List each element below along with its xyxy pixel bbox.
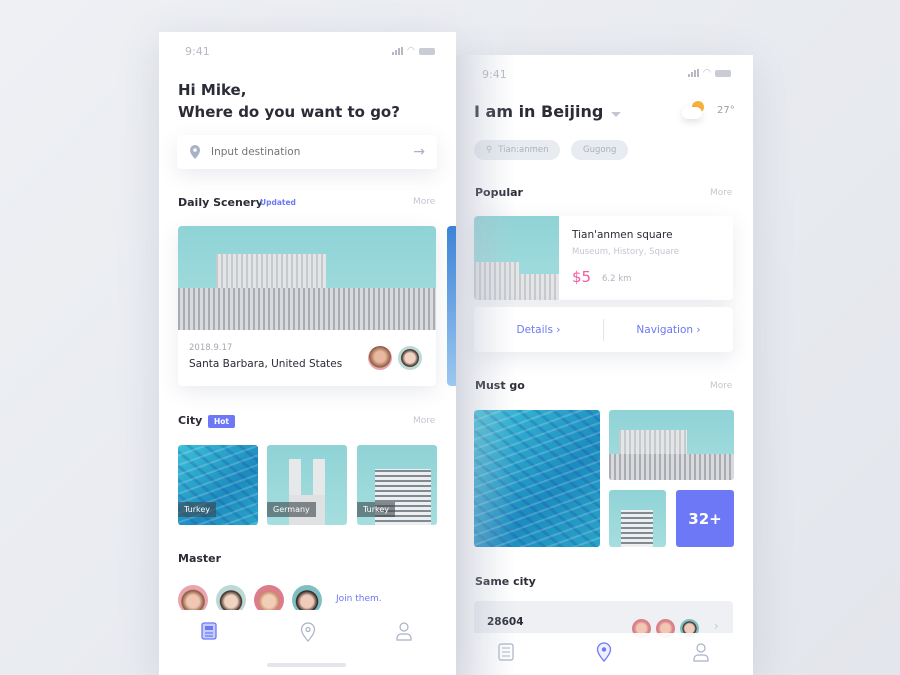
city-item-turkey[interactable]: Turkey xyxy=(178,445,258,525)
signal-icon xyxy=(688,69,699,77)
must-go-title: Must go xyxy=(475,379,525,392)
location-pin-icon xyxy=(190,145,200,159)
location-title: I am in Beijing xyxy=(474,102,604,121)
wifi-icon: ◠ xyxy=(703,68,711,78)
popular-more-link[interactable]: More xyxy=(710,188,732,198)
chip-label: Gugong xyxy=(583,145,617,155)
chevron-right-icon: › xyxy=(696,323,701,336)
city-label: Germany xyxy=(267,502,316,517)
profile-icon[interactable] xyxy=(693,643,709,662)
chevron-right-icon: › xyxy=(556,323,561,336)
arrow-right-icon[interactable]: → xyxy=(413,144,425,160)
city-label: Turkey xyxy=(357,502,396,517)
scenery-location: Santa Barbara, United States xyxy=(189,358,343,370)
chip-tiananmen[interactable]: ⚲ Tian:anmen xyxy=(474,140,561,160)
city-selector[interactable]: I am in Beijing xyxy=(474,101,622,123)
list-icon[interactable] xyxy=(498,643,514,661)
join-them-link[interactable]: Join them. xyxy=(336,594,382,604)
temperature: 27° xyxy=(717,105,735,116)
more-photos-button[interactable]: 32+ xyxy=(676,490,734,547)
status-icons: ◠ xyxy=(392,46,435,56)
destination-search[interactable]: → xyxy=(177,135,437,169)
battery-icon xyxy=(714,69,731,77)
status-time: 9:41 xyxy=(185,45,210,58)
place-distance: 6.2 km xyxy=(602,274,632,284)
same-city-count: 28604 xyxy=(487,616,524,628)
popular-image xyxy=(474,216,559,300)
bottom-nav xyxy=(456,633,753,675)
place-tags: Museum, History, Square xyxy=(572,247,680,257)
daily-scenery-title: Daily Scenery xyxy=(178,196,263,209)
list-icon[interactable] xyxy=(201,622,217,640)
must-go-image-building[interactable] xyxy=(609,410,734,480)
city-item-turkey-2[interactable]: Turkey xyxy=(357,445,437,525)
page-title: Where do you want to go? xyxy=(178,103,400,121)
home-indicator xyxy=(267,663,346,667)
bottom-nav xyxy=(159,610,456,675)
chip-gugong[interactable]: Gugong xyxy=(571,140,629,160)
signal-icon xyxy=(392,47,403,55)
must-go-image-water[interactable] xyxy=(474,410,600,547)
chip-label: Tian:anmen xyxy=(498,145,549,155)
left-phone-screen: 9:41 ◠ Hi Mike, Where do you want to go?… xyxy=(159,32,456,675)
partly-cloudy-icon xyxy=(682,101,706,121)
avatar[interactable] xyxy=(398,346,422,370)
status-icons: ◠ xyxy=(688,68,731,78)
avatar[interactable] xyxy=(368,346,392,370)
daily-scenery-more-link[interactable]: More xyxy=(413,197,435,207)
city-label: Turkey xyxy=(178,502,217,517)
status-time: 9:41 xyxy=(482,68,507,81)
updated-badge: Updated xyxy=(260,198,296,207)
popular-actions: Details › Navigation › xyxy=(474,307,733,352)
scenery-image xyxy=(178,226,436,330)
chevron-right-icon: › xyxy=(714,619,719,633)
navigation-button[interactable]: Navigation › xyxy=(604,324,733,336)
hot-badge: Hot xyxy=(208,415,236,428)
chevron-down-icon xyxy=(611,111,622,117)
must-go-more-link[interactable]: More xyxy=(710,381,732,391)
must-go-image-tower[interactable] xyxy=(609,490,666,547)
destination-input[interactable] xyxy=(211,146,414,158)
location-icon[interactable] xyxy=(596,642,612,662)
next-scenery-card-peek[interactable] xyxy=(447,226,456,386)
right-phone-screen: 9:41 ◠ I am in Beijing 27° ⚲ Tian:anmen G… xyxy=(456,55,753,675)
profile-icon[interactable] xyxy=(396,622,412,641)
scenery-card[interactable]: 2018.9.17 Santa Barbara, United States xyxy=(178,226,436,386)
scenery-date: 2018.9.17 xyxy=(189,343,233,353)
place-name: Tian'anmen square xyxy=(572,229,673,241)
popular-card[interactable]: Tian'anmen square Museum, History, Squar… xyxy=(474,216,733,300)
city-title: City xyxy=(178,414,203,427)
place-price: $5 xyxy=(572,268,592,286)
wifi-icon: ◠ xyxy=(407,46,415,56)
same-city-title: Same city xyxy=(475,575,536,588)
popular-title: Popular xyxy=(475,186,523,199)
battery-icon xyxy=(418,47,435,55)
location-icon[interactable] xyxy=(300,622,316,642)
master-title: Master xyxy=(178,552,222,565)
city-item-germany[interactable]: Germany xyxy=(267,445,347,525)
search-icon: ⚲ xyxy=(486,145,493,155)
greeting: Hi Mike, xyxy=(178,81,247,99)
city-more-link[interactable]: More xyxy=(413,416,435,426)
details-button[interactable]: Details › xyxy=(474,324,603,336)
